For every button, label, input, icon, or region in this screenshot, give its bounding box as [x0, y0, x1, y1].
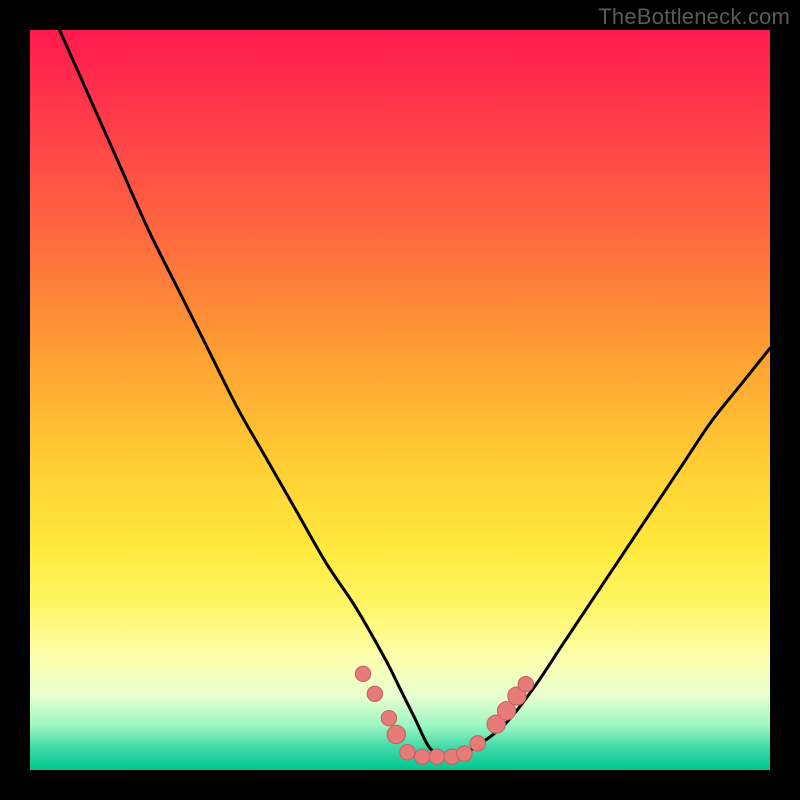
curve-marker	[518, 676, 533, 691]
curve-marker	[429, 749, 444, 764]
curve-marker	[387, 725, 405, 743]
curve-marker	[381, 711, 396, 726]
curve-marker	[400, 745, 415, 760]
plot-area	[30, 30, 770, 770]
curve-marker	[470, 736, 485, 751]
bottleneck-curve	[60, 30, 770, 756]
attribution-text: TheBottleneck.com	[598, 4, 790, 30]
curve-markers	[355, 666, 533, 764]
curve-marker	[355, 666, 370, 681]
curve-marker	[367, 686, 382, 701]
outer-frame: TheBottleneck.com	[0, 0, 800, 800]
chart-svg	[30, 30, 770, 770]
curve-marker	[457, 746, 472, 761]
curve-marker	[415, 749, 430, 764]
